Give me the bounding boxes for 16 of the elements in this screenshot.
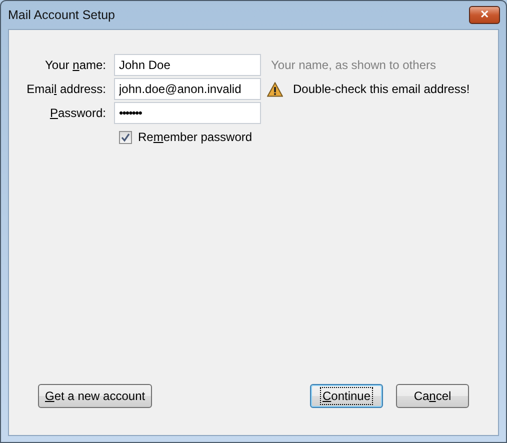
checkbox-label[interactable]: Remember password bbox=[138, 128, 252, 146]
field-label: Password: bbox=[48, 105, 107, 122]
input-field[interactable]: John Doe bbox=[114, 54, 261, 76]
close-button[interactable]: ✕ bbox=[469, 6, 500, 24]
hint-text: Your name, as shown to others bbox=[271, 57, 436, 74]
dialog-button[interactable]: Cancel bbox=[396, 384, 469, 408]
warning-icon bbox=[267, 82, 283, 96]
dialog-button[interactable]: Get a new account bbox=[38, 384, 152, 408]
checkbox[interactable] bbox=[119, 130, 132, 144]
window-title: Mail Account Setup bbox=[8, 6, 116, 24]
field-label: Your name: bbox=[44, 57, 107, 74]
password-field[interactable]: ••••••• bbox=[114, 102, 261, 124]
input-field[interactable]: john.doe@anon.invalid bbox=[114, 78, 261, 100]
dialog-button[interactable]: Continue bbox=[310, 384, 383, 408]
field-label: Email address: bbox=[26, 81, 107, 98]
warning-text: Double-check this email address! bbox=[293, 81, 470, 98]
